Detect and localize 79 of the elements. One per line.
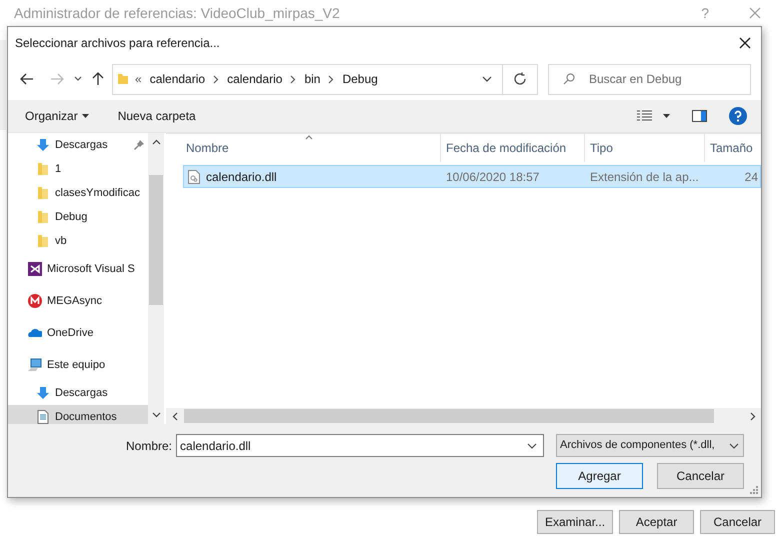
column-header[interactable]: Nombre: [166, 134, 441, 162]
scrollbar-thumb[interactable]: [184, 409, 714, 423]
chevron-right-icon[interactable]: [290, 74, 296, 84]
breadcrumb[interactable]: bin: [304, 70, 320, 88]
download-icon: [36, 386, 50, 400]
chevron-right-icon[interactable]: [213, 74, 220, 84]
scrollbar[interactable]: [166, 408, 761, 424]
nav-item[interactable]: OneDrive: [8, 317, 148, 349]
address-bar[interactable]: « calendario calendario bin Debug: [112, 64, 538, 94]
file-name[interactable]: calendario.dll: [206, 168, 277, 186]
folder-icon: [36, 186, 50, 200]
nav-item[interactable]: Documentos: [8, 405, 148, 424]
document-icon: [36, 410, 50, 424]
up-icon[interactable]: [92, 72, 104, 86]
folder-icon: [36, 234, 50, 248]
chevron-right-icon[interactable]: [750, 412, 756, 420]
nav-item[interactable]: Microsoft Visual S: [8, 253, 148, 285]
chevron-right-icon[interactable]: [328, 74, 334, 84]
caret-down-icon[interactable]: [82, 114, 89, 118]
nav-item[interactable]: Descargas: [8, 381, 148, 405]
chevron-down-icon: [729, 442, 740, 448]
dialog-button[interactable]: Aceptar: [619, 510, 694, 534]
computer-icon: [28, 358, 42, 372]
chevron-down-icon[interactable]: [482, 76, 492, 82]
file-row[interactable]: calendario.dll 10/06/2020 18:57 Extensión de la ap... 24: [183, 165, 761, 188]
table-cell-text: Extensión de la ap...: [589, 168, 700, 186]
chevron-down-icon[interactable]: [152, 412, 160, 418]
search-field[interactable]: Buscar en Debug: [548, 64, 751, 94]
mega-icon: [28, 294, 42, 308]
visual-studio-icon: [28, 262, 42, 276]
new-folder-button[interactable]: Nueva carpeta: [118, 107, 196, 125]
nav-item[interactable]: 1: [8, 157, 148, 181]
chevron-up-icon[interactable]: [152, 139, 160, 145]
organize-menu[interactable]: Organizar: [25, 107, 89, 125]
table-cell-text: 24: [744, 168, 759, 186]
scrollbar-thumb[interactable]: [149, 175, 163, 305]
column-header[interactable]: Tipo: [585, 134, 705, 162]
nav-item[interactable]: Este equipo: [8, 349, 148, 381]
view-list-icon[interactable]: [637, 110, 653, 122]
overflow-chevron[interactable]: «: [135, 70, 142, 88]
caret-down-icon[interactable]: [663, 114, 670, 118]
dialog-button[interactable]: Agregar: [556, 463, 643, 489]
column-header[interactable]: Tamaño: [705, 134, 761, 162]
dialog-button[interactable]: Examinar...: [537, 510, 614, 534]
table-cell-text: 10/06/2020 18:57: [445, 168, 540, 186]
folder-icon: [117, 73, 129, 85]
nav-item[interactable]: MEGAsync: [8, 285, 148, 317]
preview-pane-icon[interactable]: [692, 110, 707, 122]
folder-icon: [36, 162, 50, 176]
search-icon: [563, 73, 575, 85]
breadcrumb[interactable]: calendario: [150, 70, 206, 88]
pin-icon[interactable]: [134, 140, 144, 150]
close-icon[interactable]: [739, 36, 751, 48]
dialog-title: Seleccionar archivos para referencia...: [15, 34, 220, 52]
nav-item[interactable]: clasesYmodificac: [8, 181, 148, 205]
cloud-icon: [28, 326, 42, 340]
help-icon[interactable]: [729, 107, 747, 125]
chevron-down-icon[interactable]: [74, 76, 82, 82]
chevron-left-icon[interactable]: [172, 412, 178, 420]
column-header[interactable]: Fecha de modificación: [441, 134, 585, 162]
filename-field[interactable]: calendario.dll: [176, 434, 544, 457]
chevron-down-icon[interactable]: [527, 442, 538, 448]
dialog-button[interactable]: Cancelar: [657, 463, 744, 489]
refresh-icon[interactable]: [513, 72, 527, 86]
dll-file-icon: [188, 170, 200, 184]
file-type-dropdown[interactable]: Archivos de componentes (*.dll,: [556, 434, 744, 457]
nav-item[interactable]: Debug: [8, 205, 148, 229]
window-title: Administrador de referencias: VideoClub_mirpas_V2: [14, 4, 340, 23]
breadcrumb[interactable]: Debug: [342, 70, 378, 88]
filename-label: Nombre:: [126, 438, 172, 454]
resize-grip-icon: [750, 486, 758, 494]
nav-item[interactable]: vb: [8, 229, 148, 253]
nav-item[interactable]: Descargas: [8, 133, 148, 157]
scrollbar[interactable]: [148, 133, 164, 424]
download-icon: [36, 138, 50, 152]
back-icon[interactable]: [20, 73, 34, 85]
dialog-button[interactable]: Cancelar: [700, 510, 776, 534]
folder-icon: [36, 210, 50, 224]
breadcrumb[interactable]: calendario: [227, 70, 282, 88]
